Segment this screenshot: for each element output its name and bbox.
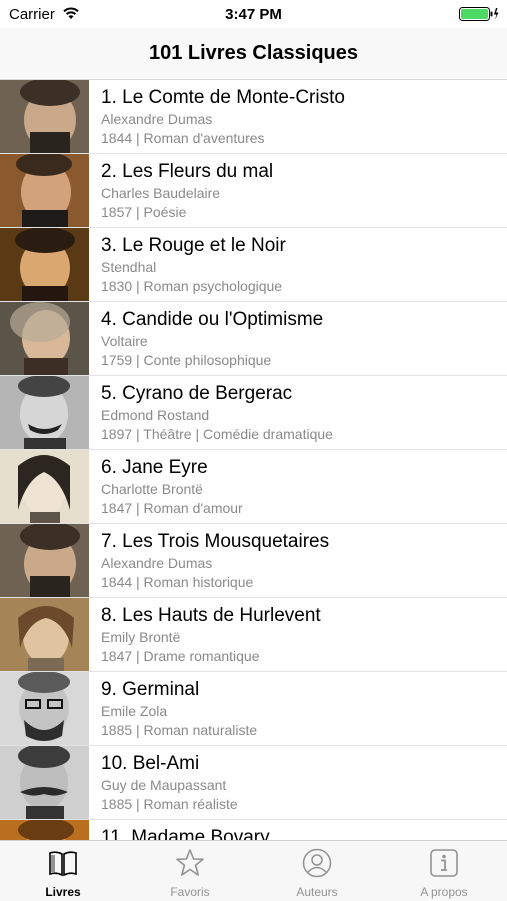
book-title: 6. Jane Eyre [101, 457, 208, 478]
book-row[interactable]: 11. Madame Bovary [0, 820, 507, 840]
book-meta: 1844 | Roman d'aventures [101, 130, 265, 146]
book-meta: 1759 | Conte philosophique [101, 352, 272, 368]
author-portrait [0, 450, 89, 523]
book-row[interactable]: 7. Les Trois Mousquetaires Alexandre Dum… [0, 524, 507, 598]
book-title: 8. Les Hauts de Hurlevent [101, 605, 321, 626]
book-author: Voltaire [101, 333, 148, 349]
tab-label: Livres [45, 885, 81, 899]
author-portrait [0, 598, 89, 671]
book-row[interactable]: 8. Les Hauts de Hurlevent Emily Brontë 1… [0, 598, 507, 672]
book-title: 3. Le Rouge et le Noir [101, 235, 286, 256]
book-author: Alexandre Dumas [101, 555, 213, 571]
book-title: 1. Le Comte de Monte-Cristo [101, 87, 345, 108]
tab-label: Auteurs [296, 885, 338, 899]
author-portrait [0, 524, 89, 597]
book-meta: 1885 | Roman réaliste [101, 796, 238, 812]
tab-a-propos[interactable]: A propos [381, 841, 507, 901]
tab-favoris[interactable]: Favoris [127, 841, 253, 901]
author-portrait [0, 376, 89, 449]
book-author: Alexandre Dumas [101, 111, 213, 127]
book-row[interactable]: 2. Les Fleurs du mal Charles Baudelaire … [0, 154, 507, 228]
page-title: 101 Livres Classiques [148, 42, 358, 64]
person-icon [302, 848, 332, 878]
book-title: 4. Candide ou l'Optimisme [101, 309, 324, 330]
author-portrait [0, 80, 89, 153]
book-meta: 1897 | Théâtre | Comédie dramatique [101, 426, 333, 442]
author-portrait [0, 746, 89, 819]
book-row[interactable]: 1. Le Comte de Monte-Cristo Alexandre Du… [0, 80, 507, 154]
book-title: 11. Madame Bovary [101, 827, 270, 840]
book-meta: 1885 | Roman naturaliste [101, 722, 258, 738]
book-row[interactable]: 6. Jane Eyre Charlotte Brontë 1847 | Rom… [0, 450, 507, 524]
clock: 3:47 PM [225, 6, 282, 23]
tab-bar: Livres Favoris Auteurs A propos [0, 840, 507, 901]
book-row[interactable]: 10. Bel-Ami Guy de Maupassant 1885 | Rom… [0, 746, 507, 820]
book-row[interactable]: 9. Germinal Emile Zola 1885 | Roman natu… [0, 672, 507, 746]
tab-auteurs[interactable]: Auteurs [254, 841, 380, 901]
author-portrait [0, 672, 89, 745]
navigation-bar: 101 Livres Classiques [0, 28, 507, 80]
book-meta: 1830 | Roman psychologique [101, 278, 283, 294]
book-author: Charlotte Brontë [101, 481, 203, 497]
book-author: Charles Baudelaire [101, 185, 221, 201]
book-meta: 1857 | Poésie [101, 204, 187, 220]
author-portrait [0, 302, 89, 375]
book-title: 10. Bel-Ami [101, 753, 200, 774]
book-row[interactable]: 5. Cyrano de Bergerac Edmond Rostand 189… [0, 376, 507, 450]
book-author: Emily Brontë [101, 629, 181, 645]
book-title: 2. Les Fleurs du mal [101, 161, 274, 182]
book-author: Emile Zola [101, 703, 168, 719]
book-title: 5. Cyrano de Bergerac [101, 383, 293, 404]
book-title: 7. Les Trois Mousquetaires [101, 531, 330, 552]
book-list[interactable]: 1. Le Comte de Monte-Cristo Alexandre Du… [0, 80, 507, 840]
battery-icon [459, 7, 499, 21]
star-icon [176, 849, 204, 876]
tab-livres[interactable]: Livres [0, 841, 126, 901]
book-meta: 1847 | Roman d'amour [101, 500, 243, 516]
status-bar: Carrier 3:47 PM [0, 0, 507, 28]
book-row[interactable]: 3. Le Rouge et le Noir Stendhal 1830 | R… [0, 228, 507, 302]
tab-label: Favoris [170, 885, 210, 899]
book-author: Edmond Rostand [101, 407, 210, 423]
book-icon [49, 851, 77, 877]
author-portrait [0, 154, 89, 227]
book-author: Stendhal [101, 259, 157, 275]
author-portrait [0, 820, 89, 840]
book-title: 9. Germinal [101, 679, 200, 700]
tab-label: A propos [420, 885, 468, 899]
book-author: Guy de Maupassant [101, 777, 227, 793]
book-row[interactable]: 4. Candide ou l'Optimisme Voltaire 1759 … [0, 302, 507, 376]
info-icon [430, 849, 458, 877]
author-portrait [0, 228, 89, 301]
book-meta: 1847 | Drame romantique [101, 648, 260, 664]
book-meta: 1844 | Roman historique [101, 574, 254, 590]
